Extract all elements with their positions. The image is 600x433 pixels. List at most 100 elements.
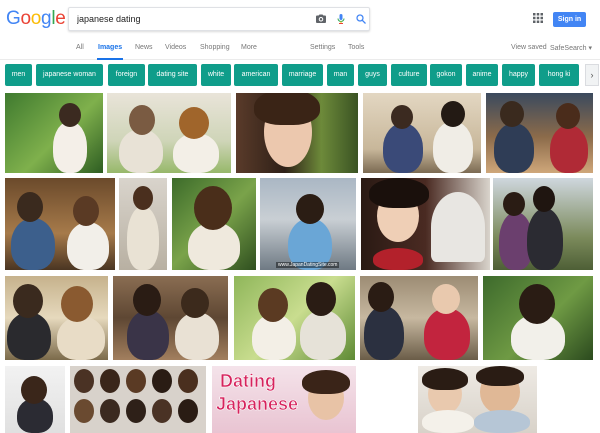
person-figure <box>494 123 534 173</box>
hair <box>254 93 320 125</box>
apps-grid-icon[interactable] <box>533 13 543 23</box>
chip-anime[interactable]: anime <box>466 64 498 86</box>
image-result[interactable] <box>360 276 478 360</box>
header: Google Sign in <box>0 0 600 38</box>
person-figure <box>119 129 163 173</box>
active-tab-indicator <box>97 58 123 60</box>
person-figure <box>127 310 169 360</box>
microphone-icon[interactable] <box>335 13 347 25</box>
logo-letter: e <box>55 8 66 29</box>
image-result[interactable] <box>361 178 490 270</box>
image-result[interactable] <box>236 93 358 173</box>
camera-icon[interactable] <box>315 13 327 25</box>
hair <box>302 370 350 394</box>
chip-foreign[interactable]: foreign <box>108 64 145 86</box>
person-head <box>74 399 94 423</box>
image-result[interactable] <box>5 366 65 433</box>
image-result[interactable] <box>70 366 206 433</box>
person-figure <box>424 308 470 360</box>
person-head <box>126 369 146 393</box>
person-head <box>178 369 198 393</box>
tab-more[interactable]: More <box>241 44 257 51</box>
person-figure <box>53 121 87 173</box>
tab-shopping[interactable]: Shopping <box>200 44 230 51</box>
tab-images[interactable]: Images <box>98 44 122 51</box>
image-result[interactable] <box>5 178 115 270</box>
person-head <box>59 103 81 127</box>
person-figure <box>11 218 55 270</box>
search-box[interactable] <box>68 7 370 31</box>
tools-link[interactable]: Tools <box>348 44 364 51</box>
chip-gokon[interactable]: gokon <box>430 64 462 86</box>
safesearch-dropdown[interactable]: SafeSearch ▾ <box>550 44 592 52</box>
person-figure <box>173 133 219 173</box>
chip-hong-ki[interactable]: hong ki <box>539 64 579 86</box>
image-result[interactable]: www.JapanDatingSite.com <box>260 178 356 270</box>
person-figure <box>57 316 105 360</box>
chip-guys[interactable]: guys <box>358 64 387 86</box>
image-result[interactable] <box>113 276 228 360</box>
image-result[interactable] <box>486 93 593 173</box>
person-figure <box>550 125 588 173</box>
chip-marriage[interactable]: marriage <box>282 64 323 86</box>
image-result[interactable] <box>5 276 108 360</box>
search-icon[interactable] <box>355 13 367 25</box>
person-head <box>100 369 120 393</box>
person-head <box>181 288 209 318</box>
hair <box>369 178 429 208</box>
person-head <box>133 284 161 316</box>
collage-subtitle: Japanese <box>216 394 299 415</box>
chip-culture[interactable]: culture <box>391 64 427 86</box>
person-head <box>258 288 288 322</box>
image-result[interactable] <box>107 93 231 173</box>
chip-white[interactable]: white <box>201 64 231 86</box>
person-head <box>432 284 460 314</box>
person-figure <box>422 410 474 433</box>
tab-videos[interactable]: Videos <box>165 44 186 51</box>
person-head <box>21 376 47 404</box>
hair <box>422 368 468 390</box>
view-saved-link[interactable]: View saved <box>511 44 547 51</box>
settings-link[interactable]: Settings <box>310 44 335 51</box>
person-head <box>179 107 209 139</box>
person-figure <box>433 121 473 173</box>
image-result[interactable] <box>483 276 593 360</box>
chip-men[interactable]: men <box>5 64 32 86</box>
chip-happy[interactable]: happy <box>502 64 535 86</box>
person-figure <box>127 206 159 270</box>
person-head <box>178 399 198 423</box>
person-head <box>73 196 99 226</box>
person-figure <box>67 222 109 270</box>
person-head <box>61 286 93 322</box>
sign-in-button[interactable]: Sign in <box>553 12 586 27</box>
chip-japanese-woman[interactable]: japanese woman <box>36 64 103 86</box>
paper-fan <box>431 192 485 262</box>
image-result[interactable] <box>234 276 355 360</box>
search-input[interactable] <box>77 11 297 27</box>
person-head <box>194 186 232 230</box>
person-head <box>556 103 580 129</box>
chevron-right-icon[interactable]: › <box>585 64 599 86</box>
person-figure <box>175 312 219 360</box>
image-result[interactable] <box>119 178 167 270</box>
tab-all[interactable]: All <box>76 44 84 51</box>
google-logo[interactable]: Google <box>6 9 66 29</box>
person-figure <box>300 310 346 360</box>
person-head <box>503 192 525 216</box>
chip-dating-site[interactable]: dating site <box>148 64 197 86</box>
image-result[interactable] <box>493 178 593 270</box>
person-head <box>17 192 43 222</box>
person-head <box>391 105 413 129</box>
image-result[interactable] <box>363 93 481 173</box>
image-result[interactable] <box>5 93 103 173</box>
logo-letter: G <box>6 8 21 29</box>
chip-man[interactable]: man <box>327 64 354 86</box>
person-head <box>519 284 555 324</box>
person-figure <box>7 312 51 360</box>
person-head <box>100 399 120 423</box>
image-result[interactable] <box>172 178 256 270</box>
image-result[interactable] <box>418 366 537 433</box>
chip-american[interactable]: american <box>234 64 278 86</box>
tab-news[interactable]: News <box>135 44 153 51</box>
image-result[interactable]: Dating Japanese <box>212 366 356 433</box>
